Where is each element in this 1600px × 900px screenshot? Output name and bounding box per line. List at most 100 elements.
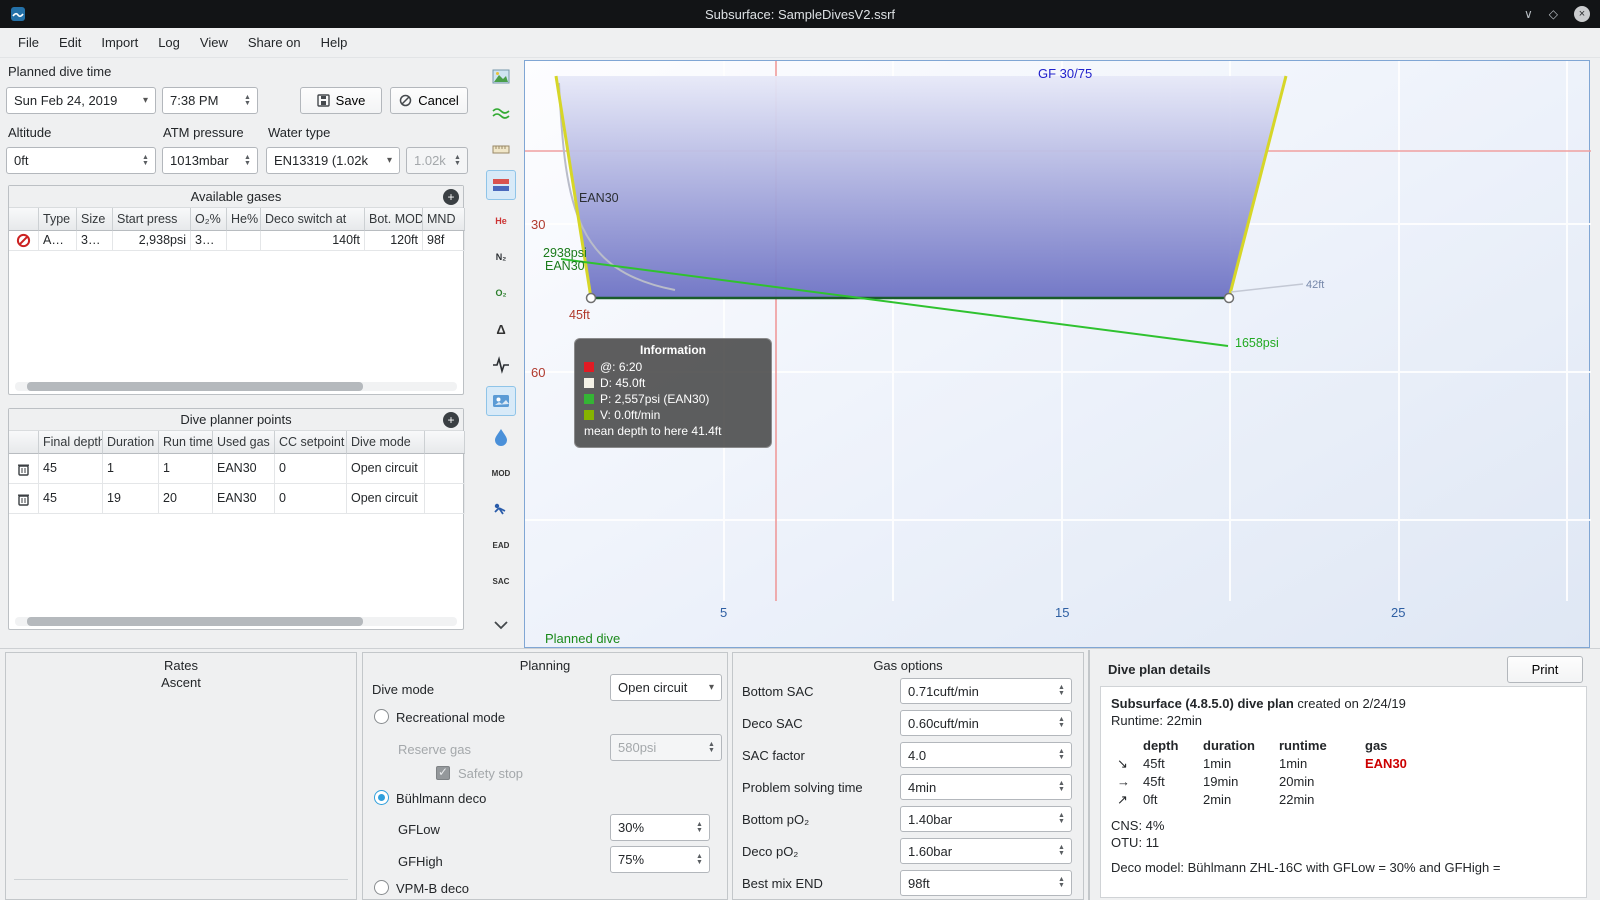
dive-profile-chart[interactable]: GF 30/75 30 60 5 15 25 EAN30 2938psi EAN… [524,60,1591,648]
points-hscrollbar[interactable] [15,617,457,626]
sac-toggle[interactable]: SAC [486,566,516,596]
recreational-mode-radio[interactable] [374,709,389,724]
ascent-title: Ascent [161,675,201,690]
gas-o2-cell[interactable]: 3… [191,231,227,251]
gas-deco-switch-cell[interactable]: 140ft [261,231,365,251]
point-gas-cell[interactable]: EAN30 [213,454,275,484]
dive-mode-combobox[interactable]: Open circuit ▾ [610,674,722,701]
dive-plan-details-title: Dive plan details [1108,662,1211,677]
menu-share-on[interactable]: Share on [238,30,311,55]
point-runtime-cell[interactable]: 20 [159,484,213,514]
dive-planner-points-groupbox: Dive planner points + Final depth Durati… [8,408,465,630]
gfhigh-spinbox[interactable]: 75% ▲ ▼ [610,846,710,873]
menu-file[interactable]: File [8,30,49,55]
deco-sac-spinbox[interactable]: 0.60cuft/min ▲ ▼ [900,710,1072,736]
gases-hscrollbar[interactable] [15,382,457,391]
photos-toggle-icon[interactable] [486,386,516,416]
level-arrow-icon: → [1117,774,1130,789]
close-icon[interactable]: × [1574,6,1590,22]
subsurface-window: Subsurface: SampleDivesV2.ssrf ∨ ◇ × Fil… [0,0,1600,900]
rates-title: Rates [164,658,198,673]
gas-bot-mod-cell[interactable]: 120ft [365,231,423,251]
delete-point-icon[interactable] [9,484,39,514]
ceiling-increments-icon[interactable] [486,170,516,200]
profile-info-tooltip[interactable]: Information @: 6:20 D: 45.0ft P: 2,557ps… [574,338,772,448]
available-gases-groupbox: Available gases + Type Size Start press … [8,185,465,395]
menu-import[interactable]: Import [91,30,148,55]
deco-po2-spinbox[interactable]: 1.60bar ▲ ▼ [900,838,1072,864]
minimize-icon[interactable]: ∨ [1524,7,1533,21]
end-pressure-label: 1658psi [1235,336,1279,350]
cancel-button[interactable]: Cancel [390,87,468,114]
gas-he-cell[interactable] [227,231,261,251]
bottom-sac-spinbox[interactable]: 0.71cuft/min ▲ ▼ [900,678,1072,704]
n2-graph-toggle[interactable]: N₂ [486,242,516,272]
ruler-icon[interactable] [486,134,516,164]
gases-hscrollbar-thumb[interactable] [27,382,363,391]
point-runtime-cell[interactable]: 1 [159,454,213,484]
heart-rate-icon[interactable] [486,350,516,380]
print-button[interactable]: Print [1507,656,1583,683]
o2-graph-toggle[interactable]: O₂ [486,278,516,308]
altitude-spinbox[interactable]: 0ft ▲ ▼ [6,147,156,174]
planned-dive-label: Planned dive [545,631,620,646]
dive-time-spinbox[interactable]: 7:38 PM ▲ ▼ [162,87,258,114]
gas-mnd-cell[interactable]: 98f [423,231,465,251]
spin-arrows-icon[interactable]: ▲ ▼ [241,94,254,107]
diver-icon[interactable] [486,494,516,524]
buhlmann-deco-radio[interactable] [374,790,389,805]
bottom-depth-label: 45ft [569,308,590,322]
point-duration-cell[interactable]: 19 [103,484,159,514]
mean-depth-label: 42ft [1306,279,1324,291]
menu-help[interactable]: Help [311,30,358,55]
ead-toggle[interactable]: EAD [486,530,516,560]
window-title: Subsurface: SampleDivesV2.ssrf [704,6,896,22]
gflow-label: GFLow [398,822,440,837]
safety-stop-checkbox[interactable] [436,765,450,780]
gflow-spinbox[interactable]: 30% ▲ ▼ [610,814,710,841]
add-point-button[interactable]: + [443,412,459,428]
remove-gas-icon[interactable] [9,231,39,251]
atm-pressure-spinbox[interactable]: 1013mbar ▲ ▼ [162,147,258,174]
menu-edit[interactable]: Edit [49,30,91,55]
best-mix-end-spinbox[interactable]: 98ft ▲ ▼ [900,870,1072,896]
point-depth-cell[interactable]: 45 [39,454,103,484]
point-divemode-cell[interactable]: Open circuit [347,454,425,484]
gas-flask-icon[interactable] [486,422,516,452]
mod-toggle[interactable]: MOD [486,458,516,488]
points-hscrollbar-thumb[interactable] [27,617,363,626]
sac-factor-spinbox[interactable]: 4.0 ▲ ▼ [900,742,1072,768]
profile-photo-icon[interactable] [486,62,516,92]
save-button[interactable]: Save [300,87,382,114]
gas-type-cell[interactable]: A… [39,231,77,251]
vpmb-deco-radio[interactable] [374,880,389,895]
dive-plan-details-panel: Dive plan details Print Subsurface (4.8.… [1092,650,1595,900]
dive-date-combobox[interactable]: Sun Feb 24, 2019 ▾ [6,87,156,114]
waypoint-handle[interactable] [585,292,597,304]
gas-size-cell[interactable]: 3… [77,231,113,251]
point-depth-cell[interactable]: 45 [39,484,103,514]
he-graph-toggle[interactable]: He [486,206,516,236]
point-duration-cell[interactable]: 1 [103,454,159,484]
delete-point-icon[interactable] [9,454,39,484]
vertical-splitter[interactable] [1088,650,1090,900]
toolbar-scroll-down-icon[interactable] [486,610,516,640]
add-gas-button[interactable]: + [443,189,459,205]
waypoint-handle[interactable] [1223,292,1235,304]
point-setpoint-cell[interactable]: 0 [275,484,347,514]
ceiling-icon[interactable] [486,98,516,128]
water-type-combobox[interactable]: EN13319 (1.02k ▾ [266,147,400,174]
rates-panel: Rates Ascent below 75% avg. depth 30ft/m… [5,652,357,900]
tissue-graph-toggle[interactable]: Δ [486,314,516,344]
menu-log[interactable]: Log [148,30,190,55]
problem-solving-time-spinbox[interactable]: 4min ▲ ▼ [900,774,1072,800]
point-divemode-cell[interactable]: Open circuit [347,484,425,514]
menu-view[interactable]: View [190,30,238,55]
horizontal-splitter[interactable] [0,648,1600,649]
plan-runtime: Runtime: 22min [1111,713,1203,728]
maximize-icon[interactable]: ◇ [1549,7,1558,21]
point-setpoint-cell[interactable]: 0 [275,454,347,484]
bottom-po2-spinbox[interactable]: 1.40bar ▲ ▼ [900,806,1072,832]
point-gas-cell[interactable]: EAN30 [213,484,275,514]
gas-start-press-cell[interactable]: 2,938psi [113,231,191,251]
